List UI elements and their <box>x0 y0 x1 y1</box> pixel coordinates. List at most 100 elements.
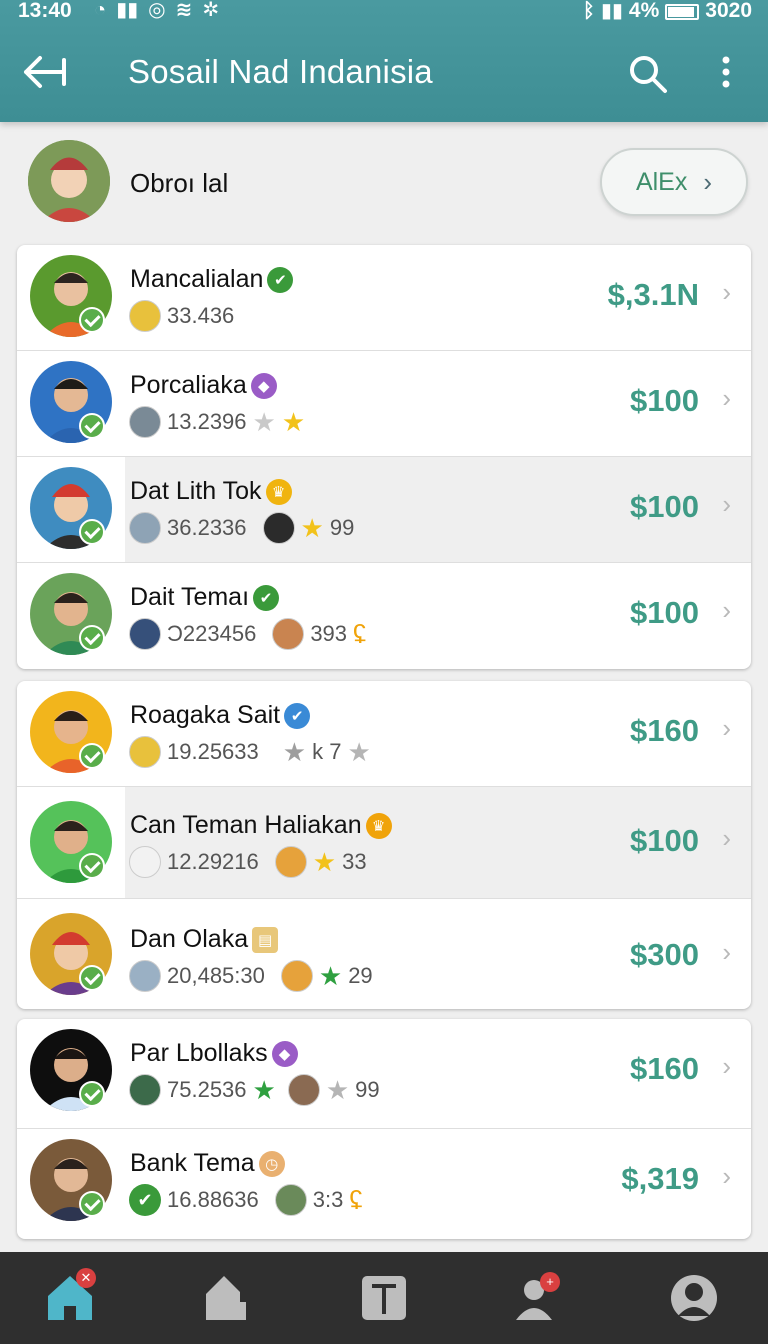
header-name: Obroı lal <box>130 168 229 198</box>
settings-gear-icon: ✲ <box>202 0 220 21</box>
mini-avatar <box>272 618 305 650</box>
back-arrow-icon[interactable] <box>22 52 70 92</box>
note-icon: ▤ <box>252 926 279 953</box>
mini-avatar <box>287 1074 320 1106</box>
nav-store[interactable] <box>200 1272 252 1324</box>
bottom-nav: ✕ + <box>0 1252 768 1344</box>
mini-avatar <box>274 1184 307 1216</box>
data-saver-icon: ◎ <box>148 0 166 21</box>
contact-name: Dait Temaı ✔ <box>130 583 280 612</box>
battery-icon <box>665 4 700 20</box>
star-icon: ★ <box>281 407 306 437</box>
list-item[interactable]: Dan Olaka ▤ 20,485:30 ★ 29 $300 › <box>17 899 751 1009</box>
gem-icon: ◆ <box>271 1040 298 1067</box>
chevron-right-icon: › <box>722 1161 731 1191</box>
star-icon: ★ <box>312 847 337 877</box>
avatar[interactable] <box>28 140 110 222</box>
contact-meta: 19.25633 ★ k 7 ★ <box>129 735 371 769</box>
gift-icon: ʢ <box>349 1185 363 1215</box>
verified-badge <box>79 965 105 991</box>
list-card: Par Lbollaks ◆ 75.2536 ★ ★ 99 $160 › Ban… <box>17 1019 751 1239</box>
verified-badge <box>79 625 105 651</box>
status-time: 13:40 <box>18 0 72 22</box>
amount: $100 <box>630 595 699 630</box>
check-circle-icon: ✔ <box>129 1184 161 1216</box>
list-item[interactable]: Dat Lith Tok ♛ 36.2336 ★ 99 $100 › <box>17 457 751 563</box>
contact-meta: 13.2396 ★ ★ <box>129 405 305 439</box>
nav-post[interactable] <box>358 1272 410 1324</box>
stat-value: 20,485:30 <box>167 963 265 988</box>
contact-name: Roagaka Sait ✔ <box>130 701 311 730</box>
mini-avatar <box>274 846 307 878</box>
contact-name: Dat Lith Tok ♛ <box>130 477 292 506</box>
amount: $,3.1N <box>607 277 699 312</box>
contact-name: Bank Tema ◷ <box>130 1149 285 1178</box>
star-icon: ★ <box>318 961 343 991</box>
bluetooth-icon: ᛒ <box>582 0 595 22</box>
star-outline-icon: ★ <box>282 737 307 767</box>
list-item[interactable]: Can Teman Haliakan ♛ 12.29216 ★ 33 $100 … <box>17 787 751 899</box>
nav-profile[interactable] <box>668 1272 720 1324</box>
extra-value: 99 <box>329 515 355 540</box>
verified-badge <box>79 519 105 545</box>
list-item[interactable]: Mancalialan ✔ 33.436 $,3.1N › <box>17 245 751 351</box>
chevron-right-icon: › <box>722 937 731 967</box>
contact-name: Par Lbollaks ◆ <box>130 1039 298 1068</box>
list-item[interactable]: Porcaliaka ◆ 13.2396 ★ ★ $100 › <box>17 351 751 457</box>
verified-badge <box>79 307 105 333</box>
contact-meta: 36.2336 ★ 99 <box>129 511 354 545</box>
list-card: Roagaka Sait ✔ 19.25633 ★ k 7 ★ $160 › C… <box>17 681 751 1009</box>
contact-meta: 33.436 <box>129 299 234 333</box>
extra-value: 393 <box>310 621 348 646</box>
status-right: ᛒ ▮▮ 4% 3020 <box>583 0 752 23</box>
battery-percent: 4% <box>628 0 660 22</box>
search-icon[interactable] <box>628 54 668 94</box>
amount: $160 <box>630 713 699 748</box>
list-item[interactable]: Par Lbollaks ◆ 75.2536 ★ ★ 99 $160 › <box>17 1019 751 1129</box>
mini-avatar <box>262 512 295 544</box>
mini-avatar <box>129 406 161 438</box>
nav-friends[interactable]: + <box>512 1272 564 1324</box>
contact-meta: 12.29216 ★ 33 <box>129 845 367 879</box>
verified-badge <box>79 413 105 439</box>
extra-value: 3:3 <box>312 1187 344 1212</box>
status-right-text: 3020 <box>705 0 752 22</box>
contact-name: Porcaliaka ◆ <box>130 371 277 400</box>
crown-icon: ♛ <box>265 478 292 505</box>
amount: $160 <box>630 1051 699 1086</box>
contact-name: Dan Olaka ▤ <box>130 925 279 954</box>
amount: $100 <box>630 823 699 858</box>
alarm-icon: ◔ <box>94 0 107 21</box>
extra-value: 29 <box>348 963 373 988</box>
mini-avatar <box>129 618 161 650</box>
status-bar: 13:40 ◔ ▮▮ ◎ ≋ ✲ ᛒ ▮▮ 4% 3020 <box>0 0 768 24</box>
gift-icon: ʢ <box>353 619 367 649</box>
stat-value: Ͻ223456 <box>167 621 257 646</box>
clock-icon: ◷ <box>258 1150 285 1177</box>
mini-avatar <box>129 736 161 768</box>
alex-button[interactable]: AlEx › <box>600 148 748 216</box>
list-item[interactable]: Roagaka Sait ✔ 19.25633 ★ k 7 ★ $160 › <box>17 681 751 787</box>
verified-badge <box>79 743 105 769</box>
store-icon <box>206 1276 246 1320</box>
list-item[interactable]: Dait Temaı ✔ Ͻ223456 393 ʢ $100 › <box>17 563 751 669</box>
contact-meta: ✔ 16.88636 3:3 ʢ <box>129 1183 362 1217</box>
extra-value: 33 <box>342 849 367 874</box>
chevron-right-icon: › <box>722 823 731 853</box>
stat-value: 13.2396 <box>167 409 247 434</box>
mini-avatar <box>129 1074 161 1106</box>
mini-avatar <box>129 960 161 992</box>
contact-name: Can Teman Haliakan ♛ <box>130 811 392 840</box>
contact-meta: Ͻ223456 393 ʢ <box>129 617 366 651</box>
chevron-right-icon: › <box>703 166 713 197</box>
verified-badge <box>79 1191 105 1217</box>
chevron-right-icon: › <box>722 489 731 519</box>
amount: $,319 <box>621 1161 699 1196</box>
verified-icon: ✔ <box>253 584 280 611</box>
extra-value: k 7 <box>312 739 342 764</box>
mini-avatar <box>129 300 161 332</box>
list-item[interactable]: Bank Tema ◷ ✔ 16.88636 3:3 ʢ $,319 › <box>17 1129 751 1239</box>
nav-home[interactable]: ✕ <box>44 1268 96 1324</box>
more-vert-icon[interactable] <box>716 54 736 94</box>
verified-badge <box>79 853 105 879</box>
